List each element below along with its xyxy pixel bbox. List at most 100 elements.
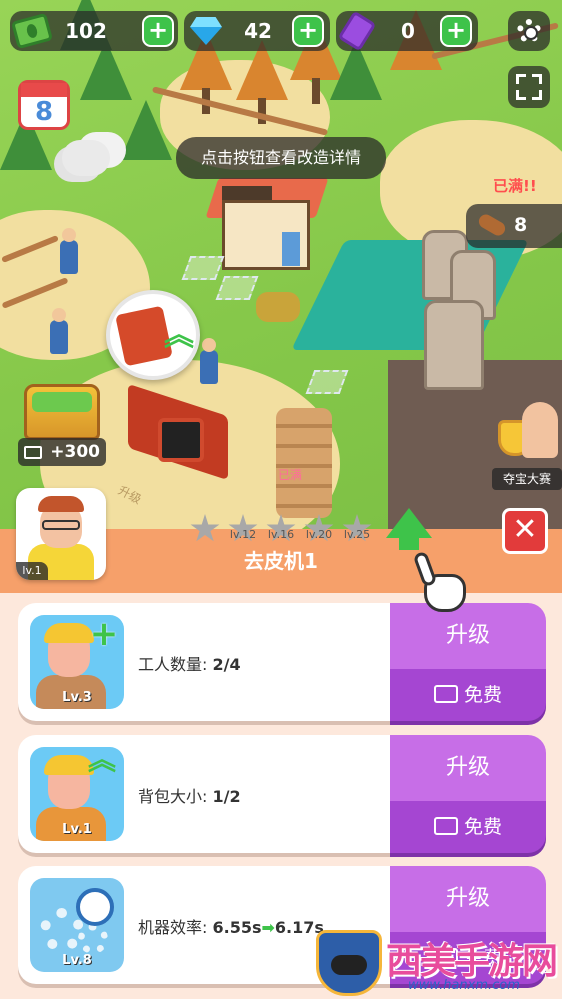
icon-level: Lv.8 — [62, 953, 92, 968]
icon-level: Lv.3 — [62, 690, 92, 705]
upgrade-button[interactable]: 升级 — [390, 866, 546, 932]
level-label: lv.12 — [229, 528, 257, 541]
stat-value: 2/4 — [212, 655, 241, 674]
smoke-cloud — [62, 140, 110, 176]
ticket-icon — [337, 10, 377, 52]
expand-icon — [516, 74, 526, 84]
watermark-url: www.hanxm.com — [408, 978, 520, 993]
house-sign — [222, 186, 272, 200]
stat-name: 背包大小: — [138, 787, 213, 806]
level-label: lv.25 — [343, 528, 371, 541]
stat-label: 背包大小: 1/2 — [138, 783, 241, 807]
plus-icon: + — [89, 615, 119, 654]
add-gems-button[interactable]: + — [292, 15, 324, 47]
worker — [50, 308, 68, 354]
log-icon — [476, 211, 508, 239]
log-stack — [276, 408, 332, 518]
ticket-value: 0 — [401, 19, 415, 43]
free-upgrade-button[interactable]: 免费 — [390, 801, 546, 853]
gamepad-shield-icon — [316, 930, 382, 996]
upgrade-card-workers: + Lv.3 工人数量: 2/4 升级 免费 — [18, 603, 546, 723]
treasure-event-button[interactable]: 夺宝大赛 — [492, 400, 562, 492]
video-icon — [24, 446, 42, 459]
gem-value: 42 — [244, 19, 272, 43]
efficiency-icon: Lv.8 — [30, 878, 124, 972]
cash-counter: 102 + — [10, 11, 178, 51]
cash-pile-icon — [32, 392, 92, 412]
hard-hat-icon — [44, 623, 94, 643]
house-door — [282, 232, 300, 266]
free-label: 免费 — [463, 684, 502, 706]
gamepad-icon — [331, 955, 367, 975]
add-cash-button[interactable]: + — [142, 15, 174, 47]
add-tickets-button[interactable]: + — [440, 15, 472, 47]
free-label: 免费 — [463, 816, 502, 838]
video-icon — [433, 816, 458, 835]
close-button[interactable]: ✕ — [502, 508, 548, 554]
stopwatch-icon — [76, 888, 114, 926]
build-tile[interactable] — [215, 276, 259, 300]
hint-bubble: 点击按钮查看改造详情 — [176, 137, 386, 179]
video-icon — [433, 684, 458, 703]
cash-value: 102 — [65, 19, 107, 43]
treasure-chest-button[interactable]: +300 — [18, 384, 106, 470]
calendar-day: 8 — [34, 97, 54, 127]
stat-value: 1/2 — [212, 787, 241, 806]
build-tile[interactable] — [181, 256, 225, 280]
pine-tree — [120, 100, 172, 160]
stat-label: 机器效率: 6.55s➡6.17s — [138, 914, 324, 938]
hair — [38, 496, 84, 512]
worker — [200, 338, 218, 384]
workers-icon: + Lv.3 — [30, 615, 124, 709]
hard-hat-icon — [44, 755, 94, 775]
cash-icon — [10, 12, 54, 50]
delivery-scooter — [256, 292, 300, 322]
stat-value-from: 6.55s — [212, 918, 262, 937]
worker-level: lv.1 — [16, 562, 48, 580]
tree-trunk — [312, 78, 320, 104]
star-icon — [190, 514, 220, 542]
floor-full-text: 已满 — [278, 468, 303, 482]
settings-button[interactable] — [508, 11, 550, 51]
stat-label: 工人数量: 2/4 — [138, 651, 241, 675]
free-upgrade-button[interactable]: 免费 — [390, 669, 546, 721]
watermark-text: 西美手游网 — [386, 941, 558, 982]
arrow-up-icon — [386, 508, 432, 538]
upgrade-card-backpack: ︽ Lv.1 背包大小: 1/2 升级 免费 — [18, 735, 546, 855]
level-stars: lv.12 lv.16 lv.20 lv.25 — [188, 514, 378, 550]
hand-finger — [412, 550, 438, 588]
worker-avatar[interactable]: lv.1 — [16, 488, 106, 580]
tutorial-hand-icon — [410, 550, 472, 616]
backpack-icon: ︽ Lv.1 — [30, 747, 124, 841]
silo — [424, 300, 484, 390]
expand-icon — [532, 90, 542, 100]
wood-counter[interactable]: 8 — [466, 204, 562, 248]
wood-count: 8 — [514, 214, 528, 236]
level-label: lv.20 — [305, 528, 333, 541]
diamond-icon — [190, 17, 222, 45]
build-tile[interactable] — [305, 370, 349, 394]
gem-counter: 42 + — [184, 11, 330, 51]
watermark: 西美手游网 www.hanxm.com — [316, 928, 562, 999]
fullscreen-button[interactable] — [508, 66, 550, 108]
storage-full-label: 已满!! — [493, 177, 537, 195]
machine-upgrade-bubble[interactable]: ︽ — [106, 290, 200, 380]
debarker-machine-top — [158, 418, 204, 462]
stat-name: 机器效率: — [138, 918, 213, 937]
worker — [60, 228, 78, 274]
level-up-arrow-button[interactable] — [386, 508, 432, 554]
level-label: lv.16 — [267, 528, 295, 541]
character-avatar — [522, 402, 558, 458]
stat-name: 工人数量: — [138, 655, 213, 674]
glasses — [42, 520, 80, 530]
treasure-event-label: 夺宝大赛 — [492, 468, 562, 490]
calendar-button[interactable]: 8 — [18, 80, 70, 130]
gear-icon — [78, 924, 108, 954]
expand-icon — [532, 74, 542, 84]
arrow-up-stem — [399, 536, 419, 550]
double-chevron-up-icon: ︽ — [164, 318, 194, 353]
gear-icon — [517, 19, 541, 43]
icon-level: Lv.1 — [62, 822, 92, 837]
upgrade-button[interactable]: 升级 — [390, 735, 546, 801]
ticket-counter: 0 + — [336, 10, 478, 52]
